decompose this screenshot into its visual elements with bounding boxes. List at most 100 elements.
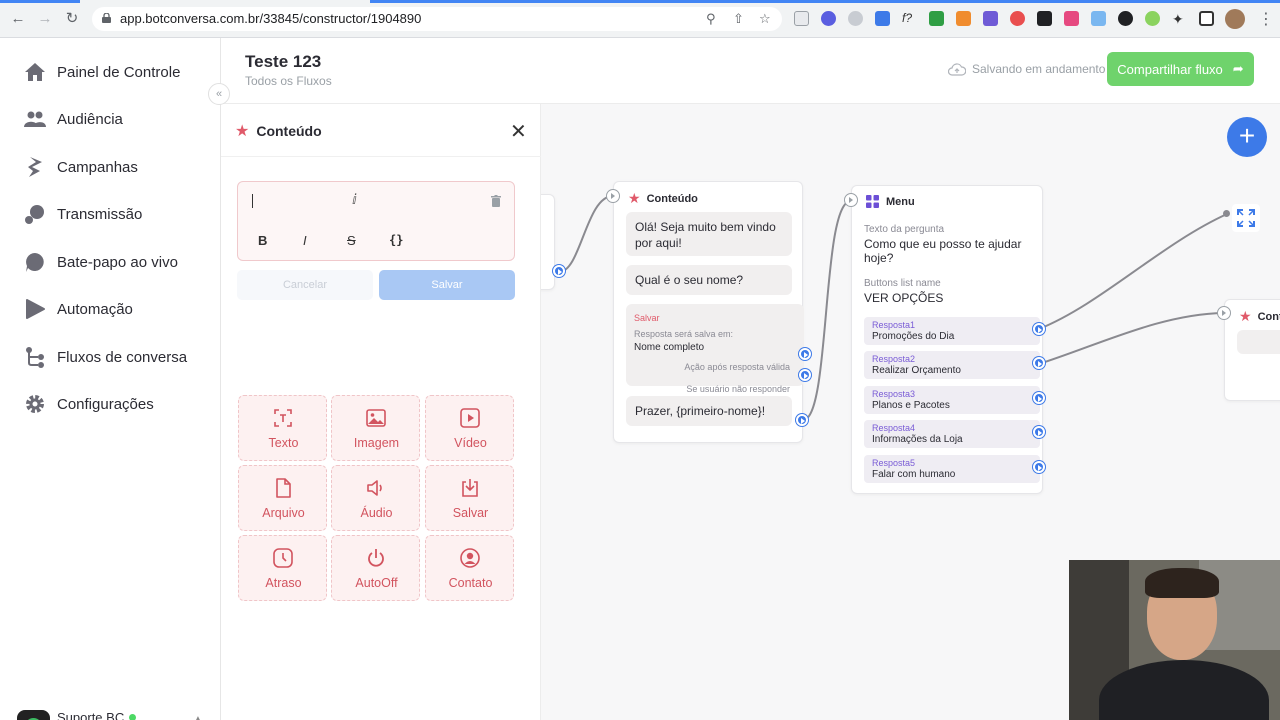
sidebar-item-label: Transmissão xyxy=(57,205,143,223)
extension-fox-icon[interactable] xyxy=(956,11,971,26)
sidebar-item-audience[interactable]: Audiência xyxy=(24,107,123,131)
save-button[interactable]: Salvar xyxy=(379,270,515,300)
node-input-port[interactable] xyxy=(844,193,858,207)
tile-contact[interactable]: Contato xyxy=(425,535,514,601)
node-output-port[interactable] xyxy=(796,414,808,426)
answer-port[interactable] xyxy=(1033,323,1045,335)
tile-text[interactable]: Texto xyxy=(238,395,327,461)
online-status-dot xyxy=(129,714,136,720)
answer-port[interactable] xyxy=(1033,357,1045,369)
menu-answer[interactable]: Resposta4 Informações da Loja xyxy=(864,420,1040,448)
clock-icon xyxy=(273,548,293,568)
extensions-puzzle-icon[interactable]: ✦ xyxy=(1172,11,1187,27)
tile-video[interactable]: Vídeo xyxy=(425,395,514,461)
extension-window-icon[interactable] xyxy=(1091,11,1106,26)
valid-action-port[interactable] xyxy=(799,348,811,360)
cancel-button[interactable]: Cancelar xyxy=(237,270,373,300)
message-bubble[interactable] xyxy=(1237,330,1280,354)
previous-node[interactable] xyxy=(541,194,555,290)
add-block-button[interactable]: + xyxy=(1227,117,1267,157)
content-node[interactable]: ★ Conteúdo Olá! Seja muito bem vindo por… xyxy=(613,181,804,443)
next-content-node[interactable]: ★ Cont xyxy=(1224,299,1280,401)
tile-image[interactable]: Imagem xyxy=(331,395,420,461)
extension-color-icon[interactable] xyxy=(1010,11,1025,26)
node-input-port[interactable] xyxy=(1217,306,1231,320)
menu-answer[interactable]: Resposta5 Falar com humano xyxy=(864,455,1040,483)
extension-people-icon[interactable] xyxy=(983,11,998,26)
zoom-icon[interactable]: ⚲ xyxy=(706,11,716,27)
answer-tag: Resposta3 xyxy=(872,389,916,399)
menu-answer[interactable]: Resposta2 Realizar Orçamento xyxy=(864,351,1040,379)
support-account[interactable]: Suporte BC ID:33845 ▲▼ xyxy=(17,708,217,720)
bold-button[interactable]: B xyxy=(258,233,267,248)
tile-save[interactable]: Salvar xyxy=(425,465,514,531)
message-editor[interactable]: ⅈ B I S {} xyxy=(237,181,515,261)
profile-avatar[interactable] xyxy=(1225,9,1245,29)
extension-code-icon[interactable] xyxy=(794,11,809,26)
panel-title: Conteúdo xyxy=(256,123,322,139)
tile-delay[interactable]: Atraso xyxy=(238,535,327,601)
extension-function-icon[interactable]: f? xyxy=(902,11,917,26)
menu-node[interactable]: Menu Texto da pergunta Como que eu posso… xyxy=(851,185,1043,494)
sidebar-item-broadcast[interactable]: Transmissão xyxy=(24,202,142,226)
strike-button[interactable]: S xyxy=(347,233,356,248)
tile-autooff[interactable]: AutoOff xyxy=(331,535,420,601)
flow-icon xyxy=(24,346,46,368)
message-bubble[interactable]: Prazer, {primeiro-nome}! xyxy=(626,396,792,426)
extension-green-icon[interactable] xyxy=(1145,11,1160,26)
back-icon[interactable]: ← xyxy=(9,10,27,28)
sidebar-item-label: Painel de Controle xyxy=(57,63,181,81)
extension-bw-icon[interactable] xyxy=(929,11,944,26)
home-icon xyxy=(24,61,46,83)
menu-answer[interactable]: Resposta1 Promoções do Dia xyxy=(864,317,1040,345)
variable-button[interactable]: {} xyxy=(389,233,403,247)
sidebar-item-settings[interactable]: Configurações xyxy=(24,392,154,416)
extension-box-icon[interactable] xyxy=(1037,11,1052,26)
star-icon: ★ xyxy=(235,123,250,140)
sidebar-item-flows[interactable]: Fluxos de conversa xyxy=(24,345,187,369)
close-icon[interactable]: ✕ xyxy=(510,119,527,144)
extension-gear-icon[interactable] xyxy=(821,11,836,26)
extension-pink-icon[interactable] xyxy=(1064,11,1079,26)
node-output-port[interactable] xyxy=(553,265,565,277)
switch-account-icon[interactable]: ▲▼ xyxy=(193,715,203,720)
menu-answer[interactable]: Resposta3 Planos e Pacotes xyxy=(864,386,1040,414)
sidebar-item-automation[interactable]: Automação xyxy=(24,297,133,321)
message-bubble[interactable]: Olá! Seja muito bem vindo por aqui! xyxy=(626,212,792,256)
extension-link-icon[interactable] xyxy=(848,11,863,26)
saving-status: Salvando em andamento xyxy=(948,62,1105,76)
fullscreen-icon[interactable] xyxy=(1232,204,1260,232)
sidebar-item-campaigns[interactable]: Campanhas xyxy=(24,155,138,179)
tile-file[interactable]: Arquivo xyxy=(238,465,327,531)
reload-icon[interactable]: ↻ xyxy=(63,10,81,28)
italic-button[interactable]: I xyxy=(303,233,307,248)
node-header: ★ Conteúdo xyxy=(628,190,698,207)
extension-disc-icon[interactable] xyxy=(1118,11,1133,26)
breadcrumb[interactable]: Todos os Fluxos xyxy=(245,74,332,88)
bookmark-star-icon[interactable]: ☆ xyxy=(759,11,771,27)
forward-icon[interactable]: → xyxy=(36,10,54,28)
share-label: Compartilhar fluxo xyxy=(1117,61,1223,77)
trash-icon[interactable] xyxy=(491,195,501,207)
extension-tab-icon[interactable] xyxy=(875,11,890,26)
answer-text: Planos e Pacotes xyxy=(872,400,950,411)
sidepanel-icon[interactable] xyxy=(1199,11,1214,26)
buttons-name: VER OPÇÕES xyxy=(864,291,944,305)
sidebar-item-dashboard[interactable]: Painel de Controle xyxy=(24,60,180,84)
browser-menu-icon[interactable]: ⋮ xyxy=(1258,9,1274,29)
answer-port[interactable] xyxy=(1033,426,1045,438)
sidebar-item-live-chat[interactable]: Bate-papo ao vivo xyxy=(24,250,178,274)
message-bubble[interactable]: Qual é o seu nome? xyxy=(626,265,792,295)
save-response-block[interactable]: Salvar Resposta será salva em: Nome comp… xyxy=(626,304,804,394)
panel-header: ★ Conteúdo xyxy=(235,121,322,141)
collapse-sidebar-icon[interactable]: « xyxy=(208,83,230,105)
cloud-upload-icon xyxy=(948,62,966,76)
answer-port[interactable] xyxy=(1033,461,1045,473)
node-input-port[interactable] xyxy=(606,189,620,203)
address-bar[interactable]: app.botconversa.com.br/33845/constructor… xyxy=(92,7,782,31)
no-reply-port[interactable] xyxy=(799,369,811,381)
tile-audio[interactable]: Áudio xyxy=(331,465,420,531)
share-page-icon[interactable]: ⇧ xyxy=(733,11,744,27)
share-flow-button[interactable]: Compartilhar fluxo ➦ xyxy=(1107,52,1254,86)
answer-port[interactable] xyxy=(1033,392,1045,404)
